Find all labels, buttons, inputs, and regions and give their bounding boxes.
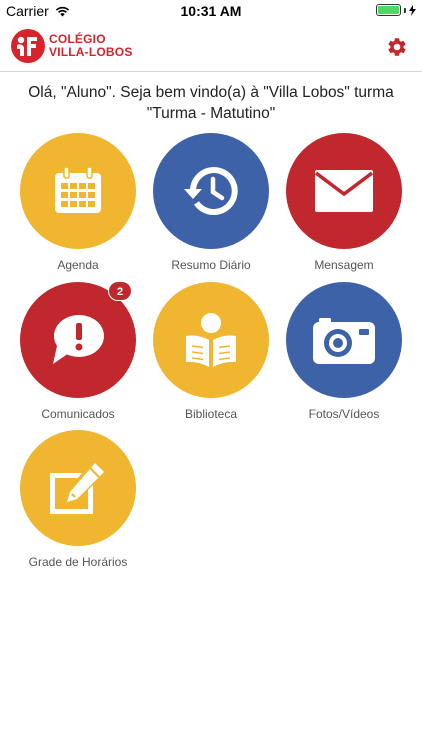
logo-mark-icon (11, 29, 45, 63)
history-icon (184, 167, 238, 215)
tile-circle (286, 282, 402, 398)
welcome-message: Olá, "Aluno". Seja bem vindo(a) à "Villa… (28, 84, 394, 122)
tile-label: Biblioteca (184, 407, 238, 421)
envelope-icon (315, 170, 373, 212)
tile-circle (153, 282, 269, 398)
tile-comunicados[interactable]: 2 Comunicados (11, 281, 145, 421)
notification-badge: 2 (108, 281, 132, 301)
battery-status (376, 4, 416, 16)
status-bar: Carrier 10:31 AM (0, 0, 422, 22)
logo-line-2: VILLA-LOBOS (49, 45, 133, 59)
reader-icon (186, 313, 236, 367)
tile-label: Agenda (57, 258, 99, 272)
tile-circle (20, 430, 136, 546)
tile-agenda[interactable]: Agenda (11, 133, 145, 272)
charging-bolt-icon (409, 4, 416, 16)
tile-label: Grade de Horários (28, 555, 128, 569)
calendar-icon (55, 167, 101, 213)
tile-label: Comunicados (41, 407, 115, 421)
battery-icon (376, 4, 401, 16)
tile-biblioteca[interactable]: Biblioteca (144, 282, 278, 421)
clock: 10:31 AM (180, 3, 242, 19)
school-logo[interactable]: COLÉGIO VILLA-LOBOS (10, 28, 133, 64)
tile-circle (20, 133, 136, 249)
tile-label: Mensagem (314, 258, 374, 272)
app-header: COLÉGIO VILLA-LOBOS (0, 22, 422, 72)
edit-icon (50, 463, 104, 514)
tile-mensagem[interactable]: Mensagem (277, 133, 411, 272)
tile-circle (153, 133, 269, 249)
tile-resumo-diario[interactable]: Resumo Diário (144, 133, 278, 272)
tile-fotos-videos[interactable]: Fotos/Vídeos (277, 282, 411, 421)
exclamation-bubble-icon (53, 315, 104, 364)
tile-circle: 2 (20, 281, 136, 398)
settings-gear-icon[interactable] (386, 36, 408, 58)
tile-label: Resumo Diário (171, 258, 251, 272)
tile-label: Fotos/Vídeos (308, 407, 380, 421)
camera-icon (313, 318, 375, 364)
tile-circle (286, 133, 402, 249)
tile-grade-de-horarios[interactable]: Grade de Horários (11, 430, 145, 569)
